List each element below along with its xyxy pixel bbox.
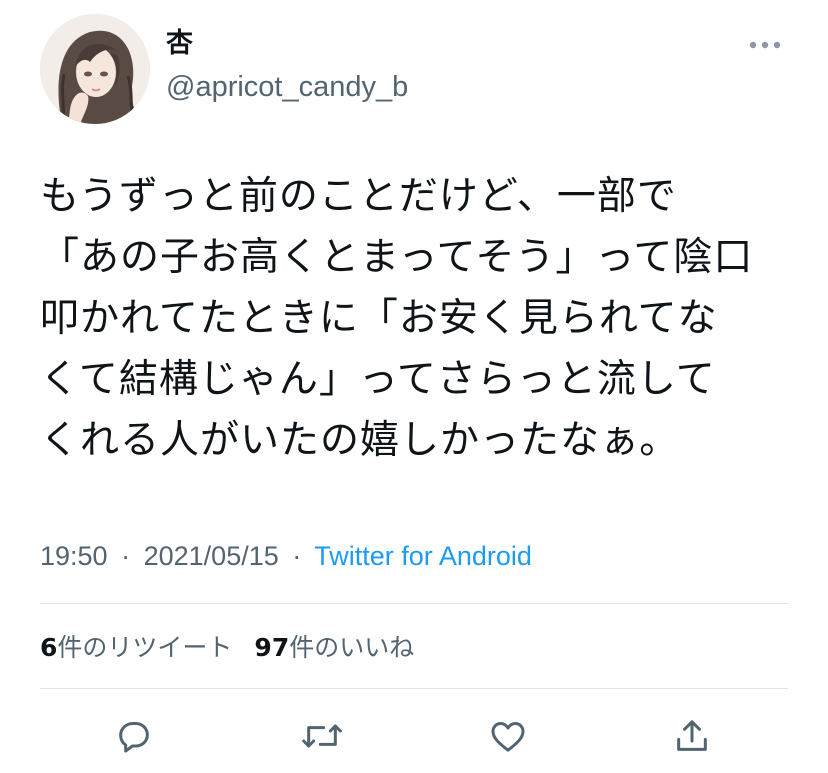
tweet-card: 杏 @apricot_candy_b もうずっと前のことだけど、一部で 「あの子… (0, 0, 828, 773)
reply-icon[interactable] (106, 708, 162, 764)
retweet-label: 件のリツイート (57, 633, 233, 662)
avatar-illustration (40, 14, 150, 124)
more-options-icon[interactable] (740, 28, 790, 62)
like-count: 97 (254, 633, 290, 662)
user-handle[interactable]: @apricot_candy_b (166, 70, 408, 104)
action-bar (0, 708, 828, 764)
divider (40, 603, 788, 604)
divider (40, 688, 788, 689)
retweet-count: 6 (40, 633, 58, 662)
like-icon[interactable] (480, 708, 536, 764)
retweet-stat[interactable]: 6件のリツイート (40, 633, 232, 662)
like-label: 件のいいね (289, 633, 415, 662)
tweet-source-link[interactable]: Twitter for Android (314, 541, 532, 571)
share-icon[interactable] (664, 708, 720, 764)
display-name[interactable]: 杏 (166, 28, 193, 60)
tweet-meta: 19:50 · 2021/05/15 · Twitter for Android (40, 536, 532, 576)
tweet-time: 19:50 (40, 541, 108, 571)
tweet-date[interactable]: 2021/05/15 (144, 541, 279, 571)
engagement-stats: 6件のリツイート 97件のいいね (40, 628, 414, 668)
retweet-icon[interactable] (294, 708, 350, 764)
like-stat[interactable]: 97件のいいね (254, 633, 414, 662)
meta-separator: · (121, 541, 131, 571)
tweet-text: もうずっと前のことだけど、一部で 「あの子お高くとまってそう」って陰口 叩かれて… (40, 174, 754, 463)
meta-separator: · (292, 541, 302, 571)
avatar[interactable] (40, 14, 150, 124)
